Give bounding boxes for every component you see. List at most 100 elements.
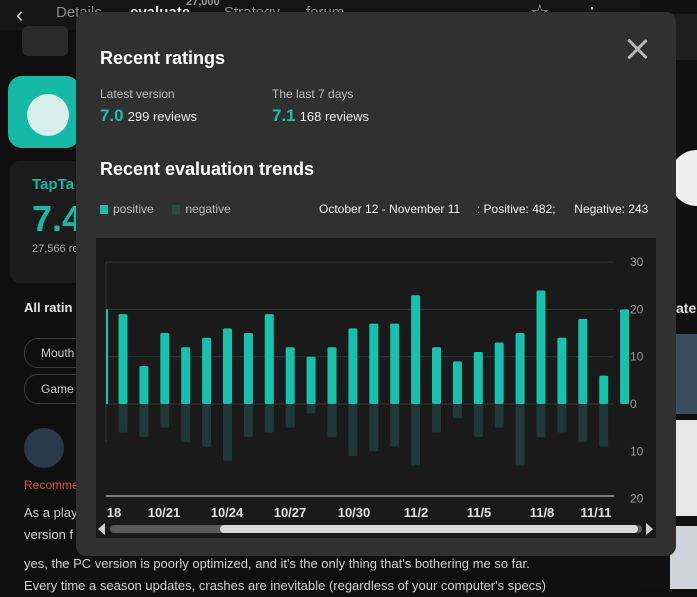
legend-positive[interactable]: positive — [113, 202, 154, 216]
bar-positive — [264, 314, 274, 404]
back-arrow-icon[interactable]: ‹ — [16, 2, 23, 28]
all-ratings-heading: All ratin — [24, 300, 73, 315]
y-tick-label: 20 — [630, 302, 644, 316]
bar-negative — [118, 404, 128, 433]
mascot-icon — [27, 94, 69, 136]
evaluate-count-badge: 27,000 — [186, 0, 220, 8]
bar-positive — [473, 351, 483, 404]
y-tick-label: 0 — [630, 397, 637, 411]
bar-positive — [139, 366, 149, 404]
game-icon — [22, 26, 68, 56]
last7-reviews: 168 reviews — [299, 109, 370, 124]
negative-summary: Negative: 243 — [574, 202, 649, 216]
y-tick-label: 10 — [630, 350, 644, 364]
x-tick-label: 10/21 — [148, 505, 181, 520]
bar-positive — [181, 347, 191, 404]
trend-chart[interactable]: 30 20 10 0 10 20 18 10/21 10/24 10/27 10/30 11/2 11/… — [96, 238, 656, 538]
bar-negative — [536, 404, 546, 438]
negative-swatch — [172, 205, 181, 214]
bar-positive — [515, 333, 525, 404]
recent-ratings-title: Recent ratings — [100, 48, 226, 68]
positive-swatch — [100, 205, 108, 214]
bar-positive — [390, 323, 400, 404]
bar-positive — [202, 337, 212, 404]
overall-score: 7.4 — [32, 198, 83, 239]
y-tick-label: 10 — [630, 444, 644, 458]
bar-negative — [473, 404, 483, 438]
bar-positive — [578, 318, 588, 404]
close-icon[interactable] — [624, 36, 650, 62]
bar-positive — [223, 328, 232, 404]
review-text: Every time a season updates, crashes are… — [24, 578, 547, 593]
bar-negative — [348, 404, 358, 457]
bar-negative — [285, 404, 295, 428]
x-tick-label: 10/27 — [274, 505, 307, 520]
bar-negative — [599, 404, 609, 447]
rating-count: 27,566 re — [32, 243, 79, 255]
bar-negative — [432, 404, 441, 433]
scroll-left-icon[interactable] — [98, 523, 105, 535]
taptap-logo: TapTa — [32, 176, 74, 193]
x-tick-label: 10/30 — [338, 505, 371, 520]
legend-negative[interactable]: negative — [185, 202, 230, 216]
bar-negative — [452, 404, 462, 419]
bar-positive — [536, 290, 546, 404]
bar-positive — [160, 333, 170, 404]
trends-title: Recent evaluation trends — [100, 159, 315, 179]
x-tick-label: 11/11 — [580, 505, 611, 520]
bar-negative — [181, 404, 191, 442]
bar-negative — [390, 404, 400, 447]
bar-positive — [243, 333, 253, 404]
x-tick-label: 10/24 — [211, 505, 244, 520]
review-text: yes, the PC version is poorly optimized,… — [24, 556, 530, 571]
bar-positive — [348, 328, 358, 404]
bar-positive — [452, 361, 462, 404]
bar-negative — [557, 404, 567, 433]
y-tick-label: 30 — [630, 255, 644, 269]
related-heading: ate — [676, 300, 697, 316]
bar-negative — [160, 404, 170, 428]
positive-summary: : Positive: 482; — [476, 202, 556, 216]
bar-positive — [620, 309, 630, 404]
bar-negative — [578, 404, 588, 442]
bar-negative — [223, 404, 232, 461]
avatar[interactable] — [24, 428, 64, 468]
bar-negative — [515, 404, 525, 466]
ratings-modal: Recent ratings Latest version 7.0 299 rev… — [76, 12, 676, 556]
latest-version-score: 7.0 — [100, 106, 124, 125]
bar-negative — [369, 404, 379, 452]
bar-positive — [599, 375, 609, 404]
scrollbar-thumb[interactable] — [220, 525, 638, 533]
bar-positive — [432, 347, 441, 404]
bar-negative — [306, 404, 316, 414]
last7-stat: 7.1 168 reviews — [272, 106, 369, 126]
bar-positive — [118, 314, 128, 404]
x-tick-label: 18 — [107, 505, 121, 520]
bar-positive — [557, 337, 567, 404]
chart-scrollbar[interactable] — [96, 520, 656, 538]
latest-version-stat: 7.0 299 reviews — [100, 106, 197, 126]
bar-positive-partial — [106, 309, 108, 404]
x-tick-label: 11/5 — [467, 505, 492, 520]
bar-positive — [411, 295, 421, 404]
latest-version-label: Latest version — [100, 87, 175, 101]
bar-positive — [494, 342, 504, 404]
bar-positive — [369, 323, 379, 404]
bar-negative — [494, 404, 504, 428]
bar-negative — [139, 404, 149, 438]
bar-negative — [264, 404, 274, 433]
trend-chart-svg: 30 20 10 0 10 20 18 10/21 10/24 10/27 10/30 11/2 11/… — [105, 255, 644, 520]
bar-negative — [202, 404, 212, 447]
last7-score: 7.1 — [272, 106, 296, 125]
date-range: October 12 - November 11 — [319, 202, 461, 216]
recommend-tag: Recomme — [24, 478, 79, 492]
bar-positive — [285, 347, 295, 404]
scroll-right-icon[interactable] — [646, 523, 653, 535]
bar-negative — [411, 404, 421, 466]
x-tick-label: 11/2 — [404, 505, 429, 520]
bar-positive — [306, 356, 316, 404]
chart-summary: October 12 - November 11 : Positive: 482… — [319, 202, 648, 216]
bar-negative — [327, 404, 337, 438]
bar-positive — [327, 347, 337, 404]
latest-version-reviews: 299 reviews — [127, 109, 198, 124]
